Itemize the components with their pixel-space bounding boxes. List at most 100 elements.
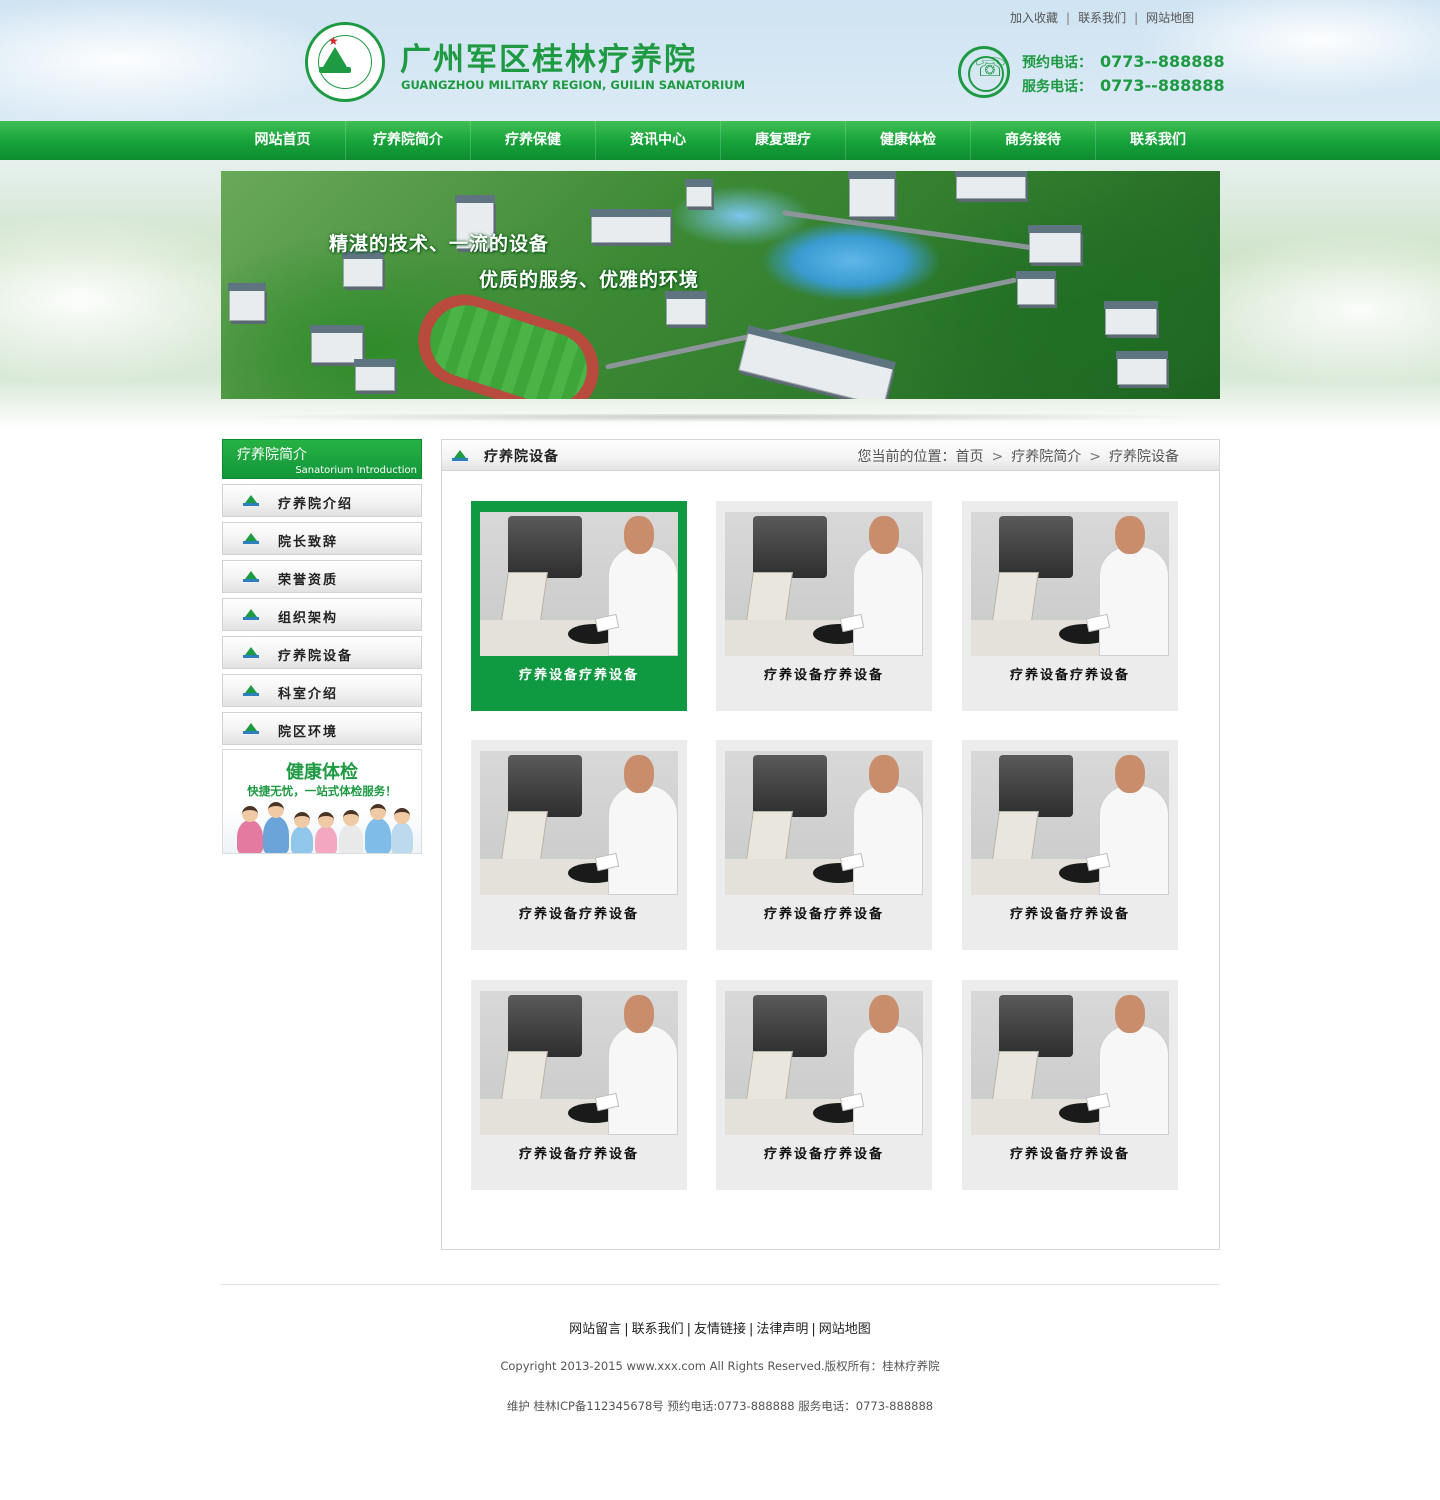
sidebar-item-label: 组织架构 xyxy=(278,611,339,626)
footer-divider xyxy=(220,1284,1220,1285)
equipment-photo[interactable] xyxy=(971,751,1169,895)
leaf-icon xyxy=(243,685,259,697)
equipment-caption[interactable]: 疗养设备疗养设备 xyxy=(716,1143,932,1162)
sidebar-item-environment[interactable]: 院区环境 xyxy=(222,712,422,745)
footer-link-contact[interactable]: 联系我们 xyxy=(632,1318,684,1337)
promo-title: 健康体检 xyxy=(286,762,358,783)
leaf-icon xyxy=(243,495,259,507)
nav-item-intro[interactable]: 疗养院简介 xyxy=(345,121,470,160)
sidebar-item-intro[interactable]: 疗养院介绍 xyxy=(222,484,422,517)
sidebar-item-departments[interactable]: 科室介绍 xyxy=(222,674,422,707)
equipment-caption[interactable]: 疗养设备疗养设备 xyxy=(471,664,687,683)
phone-icon xyxy=(958,46,1010,98)
sidebar-item-equipment[interactable]: 疗养院设备 xyxy=(222,636,422,669)
equipment-caption[interactable]: 疗养设备疗养设备 xyxy=(716,664,932,683)
equipment-card[interactable]: 疗养设备疗养设备 xyxy=(716,501,932,711)
phone-label: 服务电话： xyxy=(1022,79,1092,95)
sidebar-item-president[interactable]: 院长致辞 xyxy=(222,522,422,555)
equipment-card[interactable]: 疗养设备疗养设备 xyxy=(716,980,932,1190)
sidebar-item-label: 院区环境 xyxy=(278,725,339,740)
divider: | xyxy=(749,1322,754,1337)
equipment-caption[interactable]: 疗养设备疗养设备 xyxy=(716,903,932,922)
sidebar-item-label: 院长致辞 xyxy=(278,535,339,550)
equipment-caption[interactable]: 疗养设备疗养设备 xyxy=(471,1143,687,1162)
equipment-photo[interactable] xyxy=(480,512,678,656)
sitemap-link[interactable]: 网站地图 xyxy=(1146,9,1194,26)
nav-item-contact[interactable]: 联系我们 xyxy=(1095,121,1220,160)
equipment-caption[interactable]: 疗养设备疗养设备 xyxy=(962,903,1178,922)
equipment-photo[interactable] xyxy=(480,751,678,895)
banner-slogan-2: 优质的服务、优雅的环境 xyxy=(479,269,700,291)
page-title: 疗养院设备 xyxy=(484,449,559,465)
logo-emblem[interactable]: ★ xyxy=(305,22,385,102)
family-photo xyxy=(231,802,415,853)
nav-item-rehab[interactable]: 康复理疗 xyxy=(720,121,845,160)
equipment-card[interactable]: 疗养设备疗养设备 xyxy=(471,501,687,711)
phone-number: 0773--888888 xyxy=(1100,52,1225,71)
divider: | xyxy=(1066,11,1071,25)
equipment-photo[interactable] xyxy=(725,751,923,895)
sidebar-title: 疗养院简介 xyxy=(237,447,307,463)
equipment-card[interactable]: 疗养设备疗养设备 xyxy=(471,740,687,950)
chevron-right-icon: > xyxy=(991,449,1004,465)
equipment-photo[interactable] xyxy=(725,512,923,656)
equipment-caption[interactable]: 疗养设备疗养设备 xyxy=(962,1143,1178,1162)
divider: | xyxy=(1134,11,1139,25)
sidebar-header: 疗养院简介 Sanatorium Introduction xyxy=(222,439,422,479)
nav-item-business[interactable]: 商务接待 xyxy=(970,121,1095,160)
contact-us-link[interactable]: 联系我们 xyxy=(1078,9,1126,26)
equipment-card[interactable]: 疗养设备疗养设备 xyxy=(962,740,1178,950)
footer-link-sitemap[interactable]: 网站地图 xyxy=(819,1318,871,1337)
content-header: 疗养院设备 您当前的位置：首页 > 疗养院简介 > 疗养院设备 xyxy=(442,440,1219,471)
divider: | xyxy=(624,1322,629,1337)
banner-image: 精湛的技术、一流的设备 优质的服务、优雅的环境 xyxy=(221,171,1220,399)
icp-text: 维护 桂林ICP备112345678号 预约电话:0773-888888 服务电… xyxy=(506,1399,934,1413)
banner-shadow xyxy=(240,414,1200,424)
content-panel: 疗养院设备 您当前的位置：首页 > 疗养院简介 > 疗养院设备 疗养设备疗养设备 疗养设备… xyxy=(441,439,1220,1250)
chevron-right-icon: > xyxy=(1089,449,1101,465)
copyright-text: Copyright 2013-2015 www.xxx.com All Righ… xyxy=(500,1359,940,1373)
leaf-icon xyxy=(243,609,259,621)
equipment-photo[interactable] xyxy=(971,512,1169,656)
footer-links: 网站留言 | 联系我们 | 友情链接 | 法律声明 | 网站地图 xyxy=(0,1318,1440,1337)
sidebar-title-en: Sanatorium Introduction xyxy=(295,465,417,476)
sidebar-item-honors[interactable]: 荣誉资质 xyxy=(222,560,422,593)
sidebar-item-label: 荣誉资质 xyxy=(278,573,339,588)
add-favorite-link[interactable]: 加入收藏 xyxy=(1010,9,1058,26)
footer-link-legal[interactable]: 法律声明 xyxy=(756,1318,808,1337)
leaf-icon xyxy=(243,533,259,545)
equipment-photo[interactable] xyxy=(480,991,678,1135)
equipment-photo[interactable] xyxy=(725,991,923,1135)
footer-link-friends[interactable]: 友情链接 xyxy=(694,1318,746,1337)
site-subtitle: GUANGZHOU MILITARY REGION, GUILIN SANATO… xyxy=(401,78,746,92)
nav-item-home[interactable]: 网站首页 xyxy=(220,121,345,160)
nav-item-news[interactable]: 资讯中心 xyxy=(595,121,720,160)
health-checkup-promo[interactable]: 健康体检 快捷无忧，一站式体检服务！ xyxy=(222,749,422,854)
leaf-icon xyxy=(452,450,468,462)
phone-label: 预约电话： xyxy=(1022,55,1092,71)
nav-item-checkup[interactable]: 健康体检 xyxy=(845,121,970,160)
sidebar-item-structure[interactable]: 组织架构 xyxy=(222,598,422,631)
breadcrumb-prefix: 您当前的位置： xyxy=(857,449,956,465)
equipment-caption[interactable]: 疗养设备疗养设备 xyxy=(471,903,687,922)
page: ★ 广州军区桂林疗养院 GUANGZHOU MILITARY REGION, G… xyxy=(0,0,1440,1500)
breadcrumb-home[interactable]: 首页 xyxy=(956,446,984,466)
leaf-icon xyxy=(243,647,259,659)
equipment-card[interactable]: 疗养设备疗养设备 xyxy=(962,501,1178,711)
divider: | xyxy=(686,1322,691,1337)
footer-link-message[interactable]: 网站留言 xyxy=(569,1318,621,1337)
main-nav: 网站首页 疗养院简介 疗养保健 资讯中心 康复理疗 健康体检 商务接待 联系我们 xyxy=(0,121,1440,160)
equipment-caption[interactable]: 疗养设备疗养设备 xyxy=(962,664,1178,683)
phone-block: 预约电话： 0773--888888 服务电话： 0773--888888 xyxy=(1022,52,1225,100)
equipment-photo[interactable] xyxy=(971,991,1169,1135)
sidebar-item-label: 科室介绍 xyxy=(278,687,339,702)
equipment-card[interactable]: 疗养设备疗养设备 xyxy=(716,740,932,950)
sidebar-item-label: 疗养院设备 xyxy=(278,649,354,664)
sidebar-menu: 疗养院介绍 院长致辞 荣誉资质 组织架构 疗养院设备 科室介绍 院区环境 xyxy=(222,484,422,750)
breadcrumb-intro[interactable]: 疗养院简介 xyxy=(1011,446,1081,466)
top-links: 加入收藏 | 联系我们 | 网站地图 xyxy=(1010,9,1194,26)
equipment-card[interactable]: 疗养设备疗养设备 xyxy=(471,980,687,1190)
nav-item-healthcare[interactable]: 疗养保健 xyxy=(470,121,595,160)
breadcrumb: 您当前的位置：首页 > 疗养院简介 > 疗养院设备 xyxy=(858,446,1179,466)
equipment-card[interactable]: 疗养设备疗养设备 xyxy=(962,980,1178,1190)
